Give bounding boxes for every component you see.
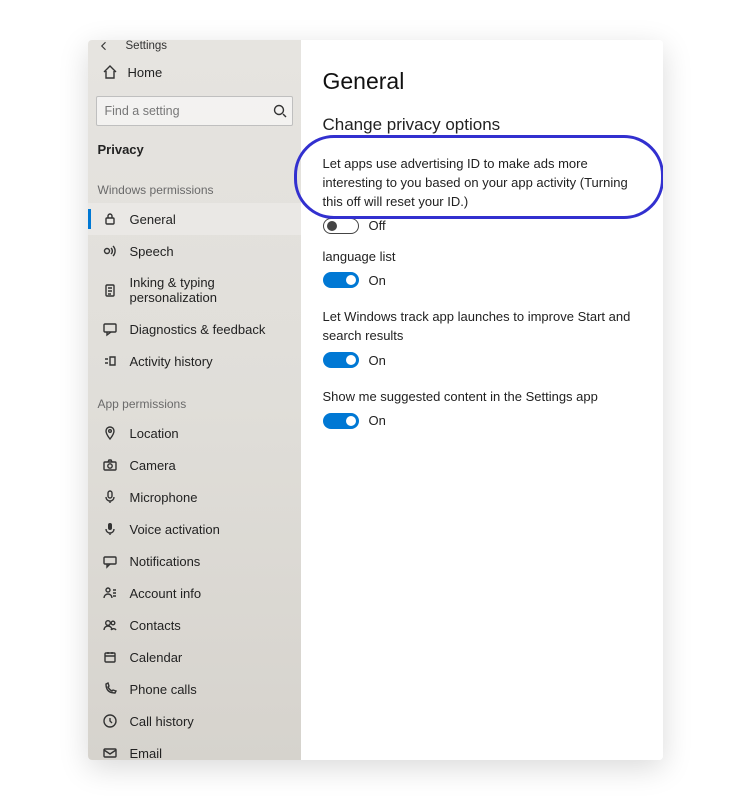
titlebar-label: Settings (126, 40, 168, 52)
section-app-permissions: App permissions (88, 377, 301, 417)
sidebar-item-label: Inking & typing personalization (130, 275, 291, 305)
notification-icon (102, 553, 118, 569)
sidebar-item-label: General (130, 212, 176, 227)
sidebar-item-diagnostics[interactable]: Diagnostics & feedback (88, 313, 301, 345)
sidebar-item-location[interactable]: Location (88, 417, 301, 449)
contacts-icon (102, 617, 118, 633)
sidebar-item-label: Email (130, 746, 163, 761)
page-title: General (323, 68, 641, 95)
history-icon (102, 353, 118, 369)
setting-desc: Show me suggested content in the Setting… (323, 388, 641, 407)
nav-windows-permissions: General Speech Inking & typing personali… (88, 203, 301, 377)
sidebar-item-label: Phone calls (130, 682, 197, 697)
camera-icon (102, 457, 118, 473)
callhistory-icon (102, 713, 118, 729)
phone-icon (102, 681, 118, 697)
sidebar-item-label: Microphone (130, 490, 198, 505)
titlebar: Settings (88, 40, 301, 52)
clipboard-icon (102, 282, 118, 298)
sidebar-item-label: Voice activation (130, 522, 220, 537)
feedback-icon (102, 321, 118, 337)
voice-icon (102, 521, 118, 537)
sidebar-item-call-history[interactable]: Call history (88, 705, 301, 737)
sidebar-item-contacts[interactable]: Contacts (88, 609, 301, 641)
sidebar-item-notifications[interactable]: Notifications (88, 545, 301, 577)
sidebar-item-label: Calendar (130, 650, 183, 665)
sidebar-item-label: Speech (130, 244, 174, 259)
sidebar-item-speech[interactable]: Speech (88, 235, 301, 267)
setting-suggested-content: Show me suggested content in the Setting… (323, 388, 641, 429)
speech-icon (102, 243, 118, 259)
sidebar-item-voice-activation[interactable]: Voice activation (88, 513, 301, 545)
sidebar-item-microphone[interactable]: Microphone (88, 481, 301, 513)
home-label: Home (128, 65, 163, 80)
nav-app-permissions: Location Camera Microphone Voice activat… (88, 417, 301, 760)
toggle-state-label: On (369, 413, 386, 428)
setting-desc: language list (323, 248, 641, 267)
sidebar-item-activity-history[interactable]: Activity history (88, 345, 301, 377)
microphone-icon (102, 489, 118, 505)
location-icon (102, 425, 118, 441)
account-icon (102, 585, 118, 601)
toggle-state-label: Off (369, 218, 386, 233)
sidebar: Settings Home Privacy Windows permission… (88, 40, 301, 760)
sidebar-item-calendar[interactable]: Calendar (88, 641, 301, 673)
toggle-advertising-id[interactable] (323, 218, 359, 234)
settings-window: Settings Home Privacy Windows permission… (88, 40, 663, 760)
search-input[interactable] (105, 104, 266, 118)
toggle-language-list[interactable] (323, 272, 359, 288)
toggle-state-label: On (369, 273, 386, 288)
sidebar-item-label: Camera (130, 458, 176, 473)
sidebar-item-camera[interactable]: Camera (88, 449, 301, 481)
category-heading: Privacy (88, 132, 301, 163)
sidebar-item-account-info[interactable]: Account info (88, 577, 301, 609)
lock-icon (102, 211, 118, 227)
email-icon (102, 745, 118, 760)
setting-app-launches: Let Windows track app launches to improv… (323, 308, 641, 368)
main-panel: General Change privacy options Let apps … (301, 40, 663, 760)
toggle-app-launches[interactable] (323, 352, 359, 368)
sidebar-item-label: Location (130, 426, 179, 441)
calendar-icon (102, 649, 118, 665)
sidebar-item-label: Contacts (130, 618, 181, 633)
home-nav[interactable]: Home (88, 56, 301, 88)
sidebar-item-general[interactable]: General (88, 203, 301, 235)
search-box[interactable] (96, 96, 293, 126)
sidebar-item-label: Activity history (130, 354, 213, 369)
home-icon (102, 64, 118, 80)
page-subtitle: Change privacy options (323, 115, 641, 135)
back-button[interactable] (98, 40, 110, 52)
setting-language-list: language list On (323, 254, 641, 289)
toggle-suggested-content[interactable] (323, 413, 359, 429)
setting-desc: Let apps use advertising ID to make ads … (323, 155, 641, 212)
sidebar-item-email[interactable]: Email (88, 737, 301, 760)
section-windows-permissions: Windows permissions (88, 163, 301, 203)
toggle-state-label: On (369, 353, 386, 368)
search-container (88, 96, 301, 132)
setting-advertising-id: Let apps use advertising ID to make ads … (323, 155, 641, 234)
sidebar-item-label: Account info (130, 586, 202, 601)
sidebar-item-phone-calls[interactable]: Phone calls (88, 673, 301, 705)
sidebar-item-label: Diagnostics & feedback (130, 322, 266, 337)
setting-desc: Let Windows track app launches to improv… (323, 308, 641, 346)
search-icon (272, 103, 288, 119)
sidebar-item-label: Notifications (130, 554, 201, 569)
sidebar-item-inking[interactable]: Inking & typing personalization (88, 267, 301, 313)
sidebar-item-label: Call history (130, 714, 194, 729)
